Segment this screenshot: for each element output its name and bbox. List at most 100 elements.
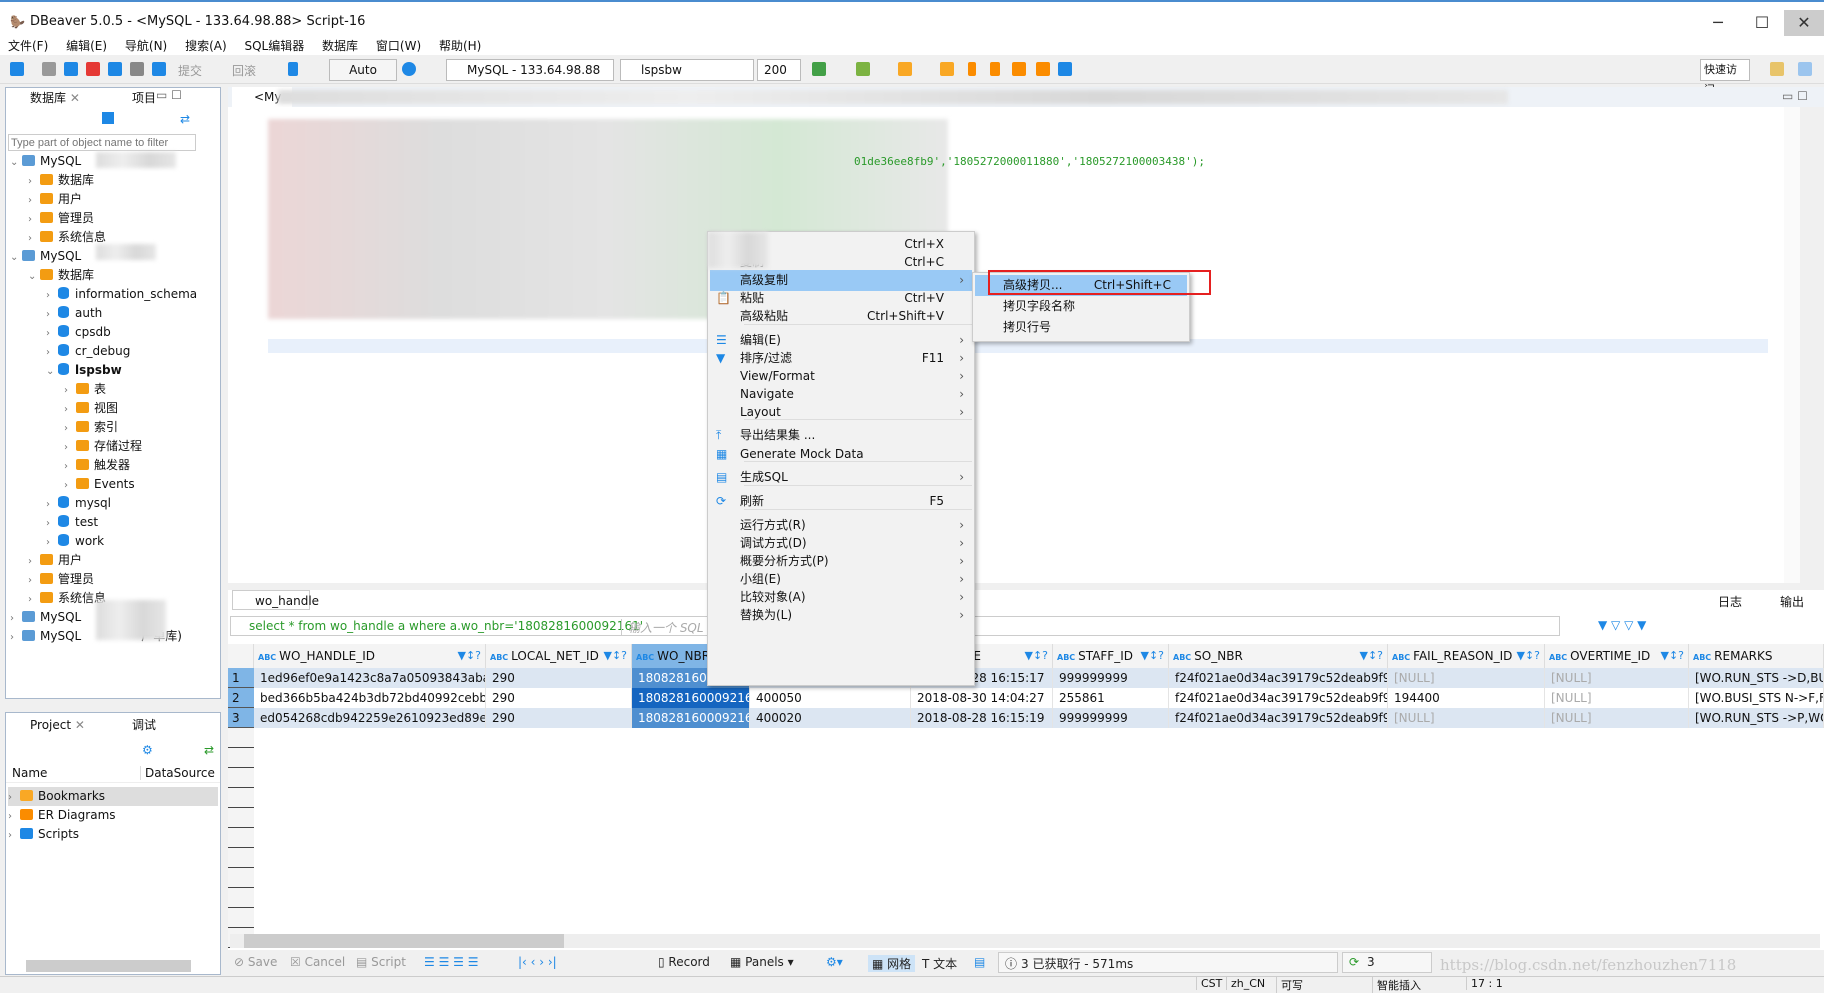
log-button[interactable]: 日志 xyxy=(1718,593,1742,610)
table-cell[interactable]: 255861 xyxy=(1053,688,1169,708)
column-datasource[interactable]: DataSource xyxy=(140,766,215,780)
menu-database[interactable]: 数据库 xyxy=(322,37,358,55)
table-cell[interactable]: 1ed96ef0e9a1423c8a7a05093843aba6 xyxy=(254,668,486,688)
sql-editor-icon[interactable] xyxy=(108,62,122,76)
minimize-panel-icon[interactable]: ▭ ☐ xyxy=(156,88,182,102)
filter-input[interactable]: 输入一个 SQL 表 xyxy=(621,619,719,636)
context-menu-item[interactable]: 高级粘贴 Ctrl+Shift+V xyxy=(710,306,972,327)
table-cell[interactable]: [NULL] xyxy=(1545,668,1689,688)
table-cell[interactable]: 290 xyxy=(486,708,632,728)
row-number[interactable]: 3 xyxy=(228,708,254,728)
table-cell[interactable]: bed366b5ba424b3db72bd40992cebb9f xyxy=(254,688,486,708)
row-number[interactable]: 2 xyxy=(228,688,254,708)
database-select[interactable]: lspsbw xyxy=(620,59,754,81)
column-header[interactable]: ABC LOCAL_NET_ID ▼↕? xyxy=(486,644,632,668)
chevron-right-icon[interactable]: › xyxy=(46,305,58,324)
tree-node[interactable]: › auth xyxy=(46,304,102,323)
chevron-right-icon[interactable]: › xyxy=(10,628,22,647)
menu-navigate[interactable]: 导航(N) xyxy=(125,37,167,55)
filter-sort-icon[interactable]: ▼↕? xyxy=(1516,644,1540,668)
column-header[interactable]: ABC STAFF_ID ▼↕? xyxy=(1053,644,1169,668)
navigator-filter-input[interactable] xyxy=(8,134,196,151)
chevron-right-icon[interactable]: › xyxy=(46,495,58,514)
chevron-right-icon[interactable]: › xyxy=(64,381,76,400)
tree-node[interactable]: › cr_debug xyxy=(46,342,130,361)
chevron-right-icon[interactable]: › xyxy=(64,476,76,495)
tab-debug[interactable]: 调试 xyxy=(110,715,170,735)
table-cell[interactable]: 400050 xyxy=(750,688,911,708)
connection-select[interactable]: MySQL - 133.64.98.88 xyxy=(446,59,614,81)
chevron-right-icon[interactable]: › xyxy=(28,229,40,248)
horizontal-scrollbar[interactable] xyxy=(230,934,1820,948)
vertical-scrollbar[interactable] xyxy=(1784,107,1800,583)
menu-search[interactable]: 搜索(A) xyxy=(185,37,227,55)
column-header[interactable]: ABC SO_NBR ▼↕? xyxy=(1169,644,1388,668)
chevron-right-icon[interactable]: › xyxy=(28,590,40,609)
column-header[interactable]: ABC WO_HANDLE_ID ▼↕? xyxy=(254,644,486,668)
filter-sort-icon[interactable]: ▼↕? xyxy=(1359,644,1383,668)
panel-toggle-icon[interactable]: ▤ xyxy=(974,955,985,969)
export-icon[interactable] xyxy=(1058,62,1072,76)
table-cell[interactable]: 290 xyxy=(486,668,632,688)
chevron-right-icon[interactable]: › xyxy=(46,514,58,533)
tree-node[interactable]: › cpsdb xyxy=(46,323,111,342)
panels-button[interactable]: ▦ Panels ▾ xyxy=(730,955,794,969)
tree-node[interactable]: › 系统信息 xyxy=(28,589,106,608)
chevron-right-icon[interactable]: › xyxy=(28,571,40,590)
table-cell[interactable]: f24f021ae0d34ac39179c52deab9f91b xyxy=(1169,688,1388,708)
text-view-button[interactable]: T 文本 xyxy=(922,955,957,972)
tab-results-wo-handle[interactable]: wo_handle xyxy=(232,590,319,610)
context-menu-item[interactable]: Layout › xyxy=(710,402,972,423)
filter-sort-icon[interactable]: ▼↕? xyxy=(603,644,627,668)
chevron-right-icon[interactable]: › xyxy=(28,191,40,210)
row-number[interactable]: 1 xyxy=(228,668,254,688)
tree-node[interactable]: ⌄ 数据库 xyxy=(28,266,94,285)
execute-script-icon[interactable] xyxy=(1012,62,1026,76)
link-icon[interactable]: ⇄ xyxy=(204,743,214,757)
chevron-right-icon[interactable]: › xyxy=(64,400,76,419)
record-button[interactable]: ▯ Record xyxy=(658,955,710,969)
execute-script-new-icon[interactable] xyxy=(1036,62,1050,76)
project-item-scripts[interactable]: › Scripts xyxy=(8,825,79,844)
debug-icon[interactable] xyxy=(856,62,870,76)
table-cell[interactable]: ed054268cdb942259e2610923ed89ea6 xyxy=(254,708,486,728)
perspective-icon[interactable] xyxy=(1770,62,1784,76)
table-cell[interactable]: f24f021ae0d34ac39179c52deab9f91b xyxy=(1169,708,1388,728)
chevron-right-icon[interactable]: › xyxy=(46,533,58,552)
table-cell[interactable]: 290 xyxy=(486,688,632,708)
submenu-item[interactable]: 拷贝行号 xyxy=(975,317,1187,338)
table-cell[interactable]: [WO.BUSI_STS N->F,FA xyxy=(1689,688,1824,708)
minimize-button[interactable]: ─ xyxy=(1698,10,1738,36)
disconnect-all-icon[interactable] xyxy=(86,62,100,76)
disconnect-icon[interactable] xyxy=(42,62,56,76)
column-name[interactable]: Name xyxy=(12,766,47,780)
query-text[interactable]: select * from wo_handle a where a.wo_nbr… xyxy=(249,619,643,633)
close-button[interactable]: ✕ xyxy=(1784,10,1824,36)
new-script-icon[interactable] xyxy=(152,62,166,76)
table-cell[interactable]: [NULL] xyxy=(1545,708,1689,728)
navigation-icons[interactable]: |‹ ‹ › ›| xyxy=(518,955,557,969)
table-cell[interactable]: 1808281600092161 xyxy=(632,688,750,708)
history-icon[interactable] xyxy=(402,62,416,76)
tree-node[interactable]: › Events xyxy=(64,475,135,494)
menu-edit[interactable]: 编辑(E) xyxy=(66,37,107,55)
chevron-down-icon[interactable]: ⌄ xyxy=(10,248,22,267)
table-cell[interactable]: [NULL] xyxy=(1545,688,1689,708)
table-cell[interactable]: [NULL] xyxy=(1388,668,1545,688)
tab-project[interactable]: Project ✕ xyxy=(8,715,88,735)
chevron-down-icon[interactable]: ⌄ xyxy=(28,267,40,286)
context-menu-item[interactable]: ▦ Generate Mock Data xyxy=(710,444,972,465)
column-header[interactable]: ABC FAIL_REASON_ID ▼↕? xyxy=(1388,644,1545,668)
menu-file[interactable]: 文件(F) xyxy=(8,37,48,55)
table-cell[interactable]: 194400 xyxy=(1388,688,1545,708)
filter-sort-icon[interactable]: ▼↕? xyxy=(457,644,481,668)
tree-node[interactable]: › 表 xyxy=(64,380,106,399)
close-icon[interactable]: ✕ xyxy=(70,91,80,105)
tree-node[interactable]: › 触发器 xyxy=(64,456,130,475)
table-cell[interactable]: f24f021ae0d34ac39179c52deab9f91b xyxy=(1169,668,1388,688)
chevron-right-icon[interactable]: › xyxy=(64,457,76,476)
execute-icon[interactable] xyxy=(968,62,976,76)
table-cell[interactable]: 2018-08-28 16:15:19 xyxy=(911,708,1053,728)
settings-icon[interactable]: ⚙▾ xyxy=(826,955,843,969)
chevron-right-icon[interactable]: › xyxy=(10,609,22,628)
